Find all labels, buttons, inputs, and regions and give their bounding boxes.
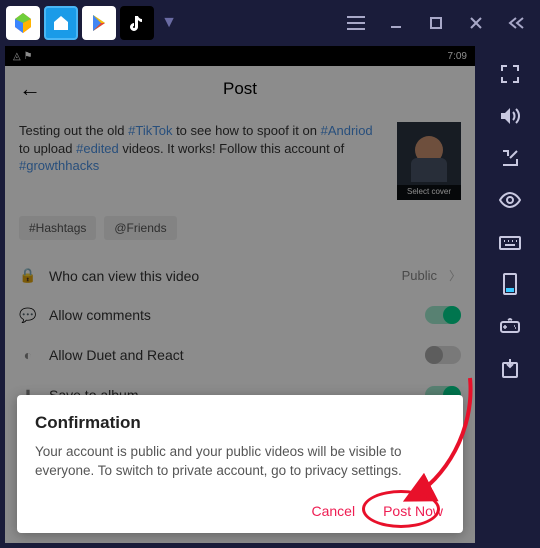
fullscreen-icon[interactable]	[498, 62, 522, 86]
gamepad-icon[interactable]	[498, 314, 522, 338]
bluestacks-icon[interactable]	[6, 6, 40, 40]
volume-icon[interactable]	[498, 104, 522, 128]
minimize-icon[interactable]	[378, 5, 414, 41]
confirmation-dialog: Confirmation Your account is public and …	[17, 395, 463, 533]
launcher-icon[interactable]	[44, 6, 78, 40]
app-dropdown-icon[interactable]: ▼	[158, 6, 180, 40]
eye-icon[interactable]	[498, 188, 522, 212]
post-now-button[interactable]: Post Now	[381, 499, 445, 523]
close-icon[interactable]	[458, 5, 494, 41]
dialog-title: Confirmation	[35, 413, 445, 433]
emulator-sidebar	[480, 46, 540, 543]
collapse-sidebar-icon[interactable]	[498, 5, 534, 41]
dialog-message: Your account is public and your public v…	[35, 443, 445, 481]
emulator-titlebar: ▼	[0, 0, 540, 46]
menu-icon[interactable]	[338, 5, 374, 41]
cancel-button[interactable]: Cancel	[309, 499, 357, 523]
play-store-icon[interactable]	[82, 6, 116, 40]
keyboard-icon[interactable]	[498, 230, 522, 254]
maximize-icon[interactable]	[418, 5, 454, 41]
device-icon[interactable]	[498, 272, 522, 296]
location-icon[interactable]	[498, 146, 522, 170]
tiktok-icon[interactable]	[120, 6, 154, 40]
install-icon[interactable]	[498, 356, 522, 380]
phone-screen: ◬ ⚑ 7:09 ← Post Testing out the old #Tik…	[5, 46, 475, 543]
